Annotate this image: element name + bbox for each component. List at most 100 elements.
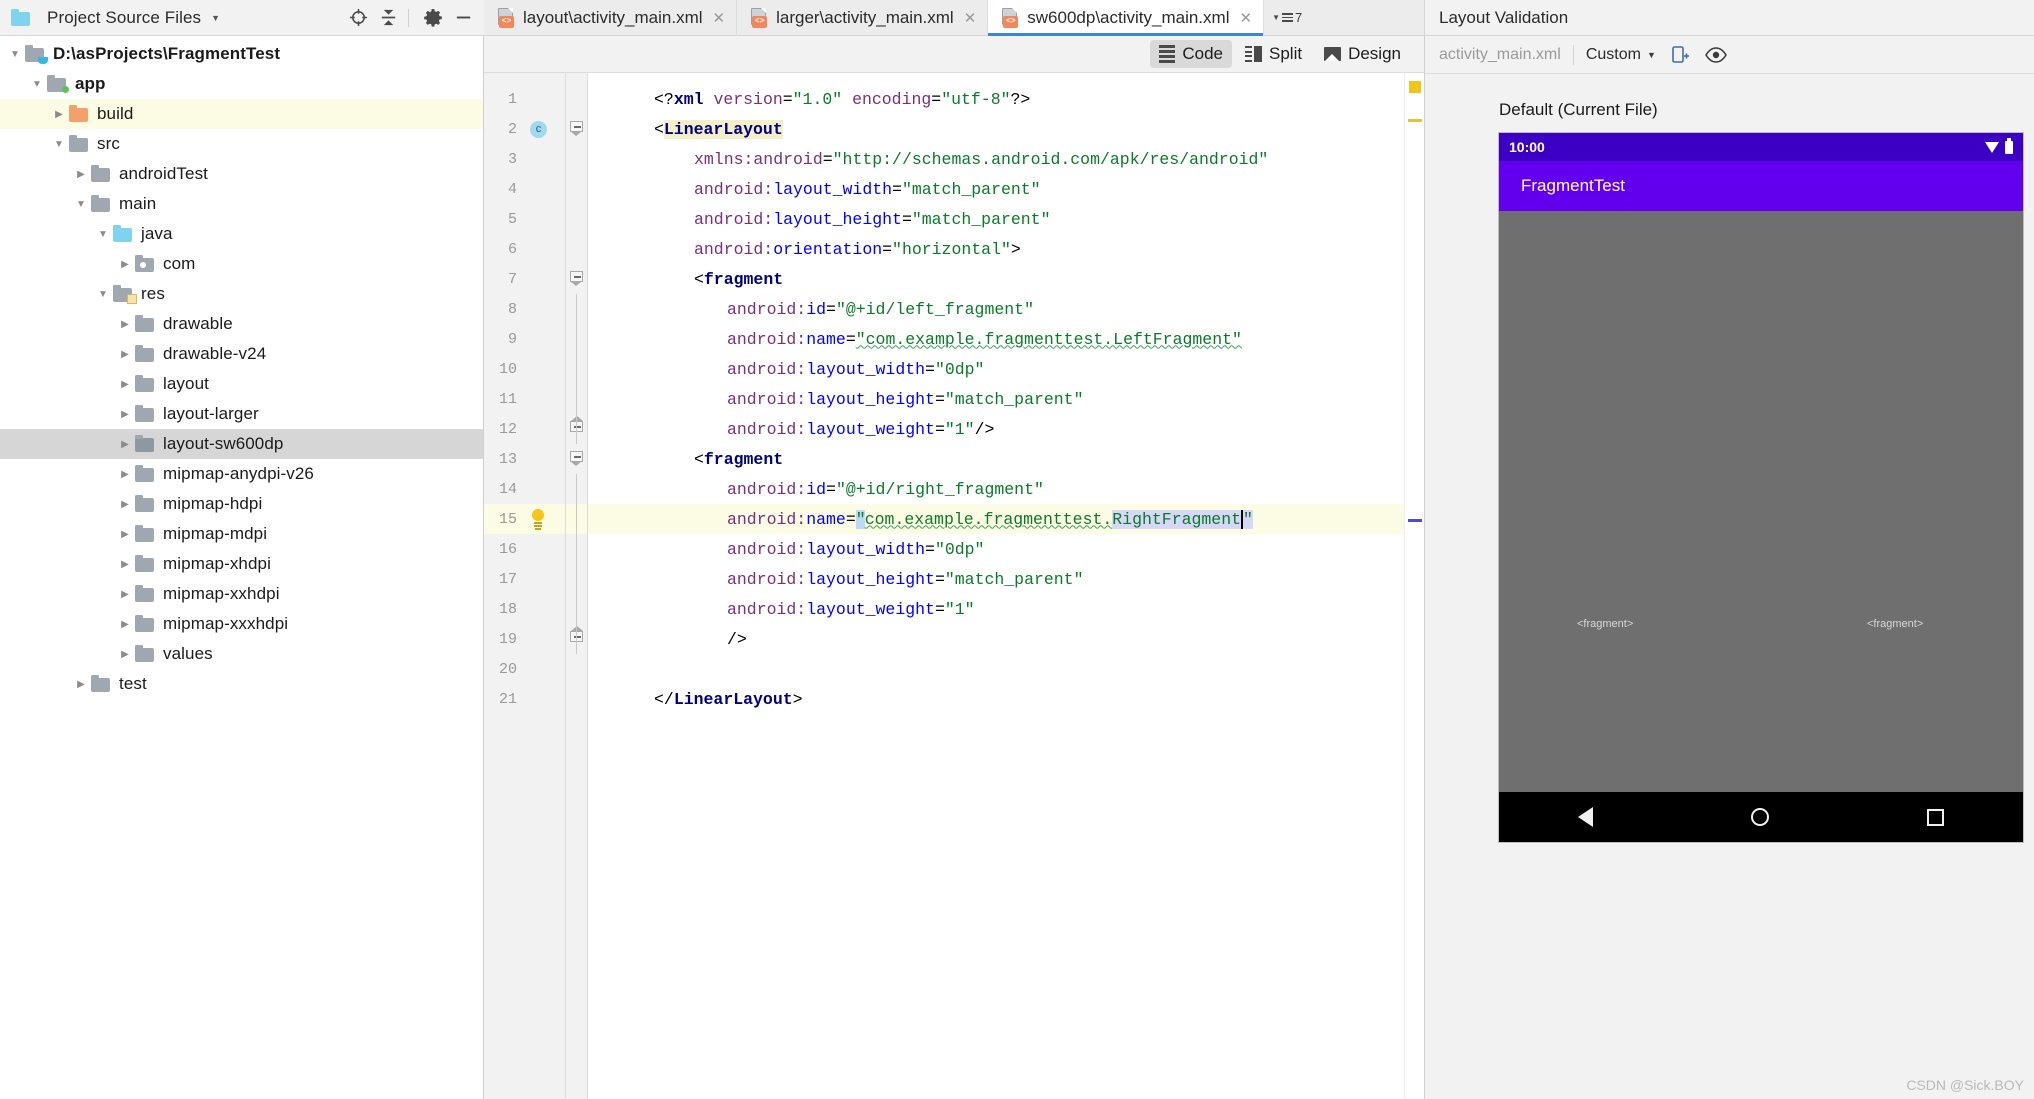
code-line[interactable]: < fragment xyxy=(588,444,1404,474)
tab-code[interactable]: Code xyxy=(1150,40,1232,68)
code-line[interactable]: android: layout_weight = "1"/> xyxy=(588,414,1404,444)
tree-item-res[interactable]: ▼ res xyxy=(0,279,483,309)
tree-item-drawable-v24[interactable]: ▶ drawable-v24 xyxy=(0,339,483,369)
locate-icon[interactable] xyxy=(345,5,371,31)
tab-list-dropdown[interactable]: ▼ 7 xyxy=(1264,0,1310,35)
code-line[interactable]: < fragment xyxy=(588,264,1404,294)
code-line[interactable]: android: id = "@+id/right_fragment" xyxy=(588,474,1404,504)
editor-tab-sw600dp[interactable]: <> sw600dp\activity_main.xml ✕ xyxy=(988,0,1265,36)
tab-split[interactable]: Split xyxy=(1236,40,1311,68)
tree-item-root[interactable]: ▼ D:\asProjects\FragmentTest xyxy=(0,39,483,69)
error-stripe[interactable] xyxy=(1404,73,1424,1099)
add-device-icon[interactable] xyxy=(1668,43,1692,67)
code-line[interactable]: < LinearLayout xyxy=(588,114,1404,144)
tree-item-build[interactable]: ▶ build xyxy=(0,99,483,129)
editor-tab-larger[interactable]: <> larger\activity_main.xml ✕ xyxy=(737,0,989,36)
code-line[interactable]: /> xyxy=(588,624,1404,654)
minimize-icon[interactable] xyxy=(450,5,476,31)
warning-marker[interactable] xyxy=(1409,81,1421,93)
chevron-down-icon[interactable]: ▼ xyxy=(94,289,112,300)
tree-item-mipmap-mdpi[interactable]: ▶ mipmap-mdpi xyxy=(0,519,483,549)
chevron-down-icon[interactable]: ▼ xyxy=(6,49,24,60)
chevron-right-icon[interactable]: ▶ xyxy=(116,319,134,330)
fold-line[interactable] xyxy=(566,114,587,144)
chevron-right-icon[interactable]: ▶ xyxy=(50,109,68,120)
tree-item-test[interactable]: ▶ test xyxy=(0,669,483,699)
tree-item-mipmap-xxhdpi[interactable]: ▶ mipmap-xxhdpi xyxy=(0,579,483,609)
chevron-right-icon[interactable]: ▶ xyxy=(116,379,134,390)
fold-line[interactable] xyxy=(566,264,587,294)
editor-tab-layout[interactable]: <> layout\activity_main.xml ✕ xyxy=(484,0,738,36)
code-line[interactable]: android: layout_weight = "1" xyxy=(588,594,1404,624)
chevron-right-icon[interactable]: ▶ xyxy=(116,409,134,420)
tree-item-drawable[interactable]: ▶ drawable xyxy=(0,309,483,339)
tree-item-mipmap-anydpi-v26[interactable]: ▶ mipmap-anydpi-v26 xyxy=(0,459,483,489)
caret-stripe-marker[interactable] xyxy=(1408,519,1422,522)
fold-collapse-icon[interactable] xyxy=(570,451,583,466)
chevron-down-icon[interactable]: ▼ xyxy=(72,199,90,210)
settings-gear-icon[interactable] xyxy=(420,5,446,31)
selected-text[interactable]: RightFragment xyxy=(1112,509,1242,529)
class-marker-icon[interactable]: c xyxy=(530,121,547,138)
code-line[interactable]: <? xml version = "1.0" encoding = "utf-8" ?> xyxy=(588,84,1404,114)
tree-item-mipmap-xxxhdpi[interactable]: ▶ mipmap-xxxhdpi xyxy=(0,609,483,639)
chevron-down-icon[interactable]: ▼ xyxy=(28,79,46,90)
tree-item-java[interactable]: ▼ java xyxy=(0,219,483,249)
fold-collapse-icon[interactable] xyxy=(570,271,583,286)
chevron-right-icon[interactable]: ▶ xyxy=(72,679,90,690)
code-line[interactable]: android: layout_height = "match_parent" xyxy=(588,564,1404,594)
tree-item-layout-larger[interactable]: ▶ layout-larger xyxy=(0,399,483,429)
chevron-right-icon[interactable]: ▶ xyxy=(72,169,90,180)
tree-item-layout-sw600dp[interactable]: ▶ layout-sw600dp xyxy=(0,429,483,459)
close-icon[interactable]: ✕ xyxy=(713,9,726,27)
code-line[interactable]: android: layout_width = "0dp" xyxy=(588,354,1404,384)
close-icon[interactable]: ✕ xyxy=(1239,9,1252,27)
code-line[interactable]: </LinearLayout > xyxy=(588,684,1404,714)
code-line[interactable]: android: name = "com.example.fragmenttest.L… xyxy=(588,324,1404,354)
fold-line[interactable] xyxy=(566,444,587,474)
code-line[interactable]: android: id = "@+id/left_fragment" xyxy=(588,294,1404,324)
chevron-right-icon[interactable]: ▶ xyxy=(116,589,134,600)
preview-eye-icon[interactable] xyxy=(1704,43,1728,67)
code-line[interactable]: android: layout_width = "match_parent" xyxy=(588,174,1404,204)
tree-item-values[interactable]: ▶ values xyxy=(0,639,483,669)
chevron-down-icon[interactable]: ▼ xyxy=(94,229,112,240)
device-preview[interactable]: 10:00 FragmentTest <fragment> <fragment> xyxy=(1499,133,2023,842)
code-line[interactable]: android: orientation = "horizontal" > xyxy=(588,234,1404,264)
tree-item-main[interactable]: ▼ main xyxy=(0,189,483,219)
tree-item-com[interactable]: ▶ com xyxy=(0,249,483,279)
chevron-right-icon[interactable]: ▶ xyxy=(116,619,134,630)
chevron-right-icon[interactable]: ▶ xyxy=(116,259,134,270)
chevron-right-icon[interactable]: ▶ xyxy=(116,349,134,360)
tab-design[interactable]: Design xyxy=(1315,40,1410,68)
tree-item-mipmap-xhdpi[interactable]: ▶ mipmap-xhdpi xyxy=(0,549,483,579)
code-line[interactable]: android: layout_width = "0dp" xyxy=(588,534,1404,564)
chevron-right-icon[interactable]: ▶ xyxy=(116,649,134,660)
tree-item-src[interactable]: ▼ src xyxy=(0,129,483,159)
code-line[interactable] xyxy=(588,654,1404,684)
tree-item-androidtest[interactable]: ▶ androidTest xyxy=(0,159,483,189)
project-tree[interactable]: ▼ D:\asProjects\FragmentTest ▼ app ▶ bui… xyxy=(0,36,484,1099)
fold-guide-line xyxy=(576,294,577,444)
warning-stripe-marker[interactable] xyxy=(1408,119,1422,122)
fold-collapse-icon[interactable] xyxy=(570,121,583,136)
chevron-right-icon[interactable]: ▶ xyxy=(116,469,134,480)
tree-item-layout[interactable]: ▶ layout xyxy=(0,369,483,399)
chevron-right-icon[interactable]: ▶ xyxy=(116,439,134,450)
chevron-right-icon[interactable]: ▶ xyxy=(116,559,134,570)
tree-item-mipmap-hdpi[interactable]: ▶ mipmap-hdpi xyxy=(0,489,483,519)
collapse-all-icon[interactable] xyxy=(375,5,401,31)
code-line-selected[interactable]: android: name = " com.example.fragmenttest. R… xyxy=(588,504,1404,534)
code-line[interactable]: android: layout_height = "match_parent" xyxy=(588,204,1404,234)
tree-item-app[interactable]: ▼ app xyxy=(0,69,483,99)
chevron-right-icon[interactable]: ▶ xyxy=(116,499,134,510)
intention-bulb-icon[interactable] xyxy=(529,509,547,530)
chevron-down-icon[interactable]: ▼ xyxy=(50,139,68,150)
chevron-down-icon[interactable]: ▼ xyxy=(211,13,220,23)
code-line[interactable]: android: layout_height = "match_parent" xyxy=(588,384,1404,414)
code-line[interactable]: xmlns:android = "http://schemas.android.co… xyxy=(588,144,1404,174)
close-icon[interactable]: ✕ xyxy=(964,9,977,27)
code-text-area[interactable]: <? xml version = "1.0" encoding = "utf-8" ?> <… xyxy=(588,73,1404,1099)
chevron-right-icon[interactable]: ▶ xyxy=(116,529,134,540)
configuration-dropdown[interactable]: Custom ▼ xyxy=(1586,46,1656,64)
